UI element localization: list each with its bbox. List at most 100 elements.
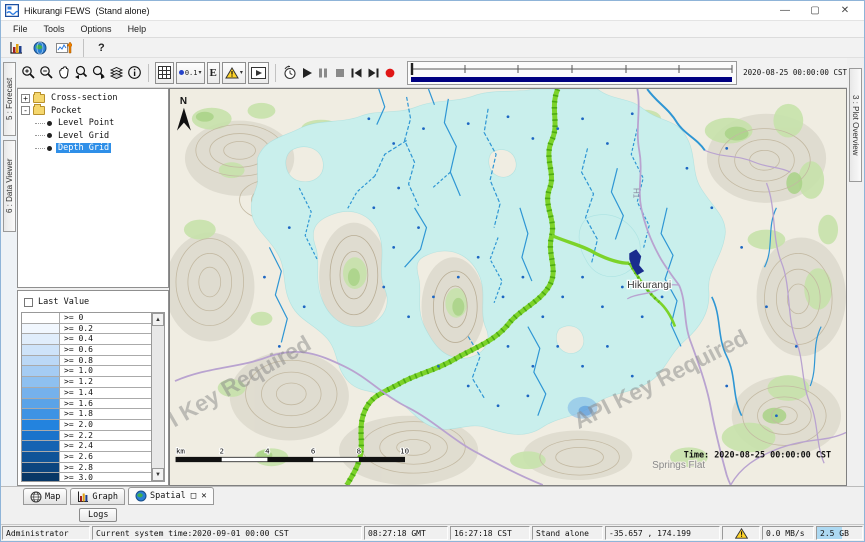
tab-map[interactable]: Map: [23, 488, 67, 505]
logs-button[interactable]: Logs: [79, 508, 117, 522]
last-value-checkbox[interactable]: [24, 298, 33, 307]
legend-color-swatch: [22, 441, 60, 451]
tab-maximize-icon[interactable]: □: [191, 491, 196, 501]
menu-file[interactable]: File: [5, 22, 36, 36]
tab-data-viewer[interactable]: 6 : Data Viewer: [3, 140, 16, 232]
tree-connector: [35, 148, 45, 149]
document-tab-bar: Map Graph Spatial □ ✕: [1, 486, 864, 505]
tree-expander-icon[interactable]: +: [21, 94, 30, 103]
zoom-out-icon[interactable]: [39, 63, 55, 83]
filter-tree: +Cross-section-PocketLevel PointLevel Gr…: [17, 88, 169, 288]
tree-item[interactable]: Level Point: [35, 117, 168, 130]
minimize-button[interactable]: —: [770, 2, 800, 19]
animation-export-button[interactable]: [248, 62, 269, 84]
menu-options[interactable]: Options: [73, 22, 120, 36]
legend-row[interactable]: >= 0.4: [22, 334, 151, 345]
record-button[interactable]: [383, 64, 398, 82]
road-label: H1: [631, 188, 640, 199]
scroll-down-icon[interactable]: ▼: [152, 468, 164, 481]
step-forward-button[interactable]: [366, 64, 381, 82]
legend-row[interactable]: >= 1.6: [22, 399, 151, 410]
menu-help[interactable]: Help: [120, 22, 155, 36]
tab-graph[interactable]: Graph: [70, 488, 125, 505]
pan-hand-icon[interactable]: [56, 63, 72, 83]
zoom-in-icon[interactable]: [21, 63, 37, 83]
info-icon[interactable]: [126, 63, 142, 83]
tree-item[interactable]: Depth Grid: [35, 142, 168, 155]
tree-item-label: Depth Grid: [56, 143, 111, 153]
scroll-up-icon[interactable]: ▲: [152, 313, 164, 326]
legend-row[interactable]: >= 2.6: [22, 452, 151, 463]
menu-tools[interactable]: Tools: [36, 22, 73, 36]
timeline-extent-bar: [411, 77, 732, 82]
legend-panel: Last Value >= 0>= 0.2>= 0.4>= 0.6>= 0.8>…: [17, 290, 169, 486]
map-canvas[interactable]: API Key Required API Key Required Hikura…: [170, 89, 846, 485]
legend-row[interactable]: >= 0.2: [22, 324, 151, 335]
legend-row[interactable]: >= 0: [22, 313, 151, 324]
status-warning-cell[interactable]: [722, 526, 760, 540]
zoom-previous-icon[interactable]: [74, 63, 90, 83]
legend-row-label: >= 0.2: [60, 324, 93, 334]
status-user: Administrator: [2, 526, 90, 540]
legend-color-swatch: [22, 399, 60, 409]
status-memory: 2.5 GB: [816, 526, 863, 540]
map-time-label: Time: 2020-08-25 00:00:00 CST: [684, 449, 831, 459]
tree-connector: [35, 135, 45, 136]
legend-scrollbar[interactable]: ▲ ▼: [151, 313, 164, 481]
close-button[interactable]: ✕: [830, 2, 860, 19]
maximize-button[interactable]: ▢: [800, 2, 830, 19]
tab-forecast[interactable]: 5 : Forecast: [3, 62, 16, 136]
legend-color-swatch: [22, 409, 60, 419]
pause-button[interactable]: [316, 64, 331, 82]
window-title: Hikurangi FEWS (Stand alone): [24, 6, 150, 16]
legend-row[interactable]: >= 0.8: [22, 356, 151, 367]
status-bar: Administrator Current system time:2020-0…: [1, 524, 864, 541]
folder-icon: [33, 106, 45, 115]
timestep-clock-icon[interactable]: [282, 63, 298, 83]
stop-button[interactable]: [333, 64, 348, 82]
map-view[interactable]: API Key Required API Key Required Hikura…: [169, 88, 847, 486]
status-coordinates: -35.657 , 174.199: [605, 526, 720, 540]
legend-row[interactable]: >= 1.0: [22, 366, 151, 377]
legend-row-label: >= 1.8: [60, 409, 93, 419]
legend-row[interactable]: >= 2.2: [22, 431, 151, 442]
timeseries-import-icon[interactable]: [55, 38, 73, 58]
main-toolbar: ?: [1, 38, 864, 58]
legend-row[interactable]: >= 1.2: [22, 377, 151, 388]
legend-row[interactable]: >= 2.8: [22, 463, 151, 474]
chevron-down-icon: ▾: [198, 69, 201, 76]
legend-color-swatch: [22, 420, 60, 430]
step-back-button[interactable]: [349, 64, 364, 82]
legend-row[interactable]: >= 1.4: [22, 388, 151, 399]
tab-spatial[interactable]: Spatial □ ✕: [128, 487, 214, 505]
play-button[interactable]: [299, 64, 314, 82]
legend-toggle-button[interactable]: E: [207, 62, 220, 84]
tab-close-icon[interactable]: ✕: [201, 491, 206, 501]
tree-expander-icon[interactable]: -: [21, 106, 30, 115]
legend-row[interactable]: >= 0.6: [22, 345, 151, 356]
legend-row[interactable]: >= 3.0: [22, 473, 151, 481]
tab-plot-overview[interactable]: 3 : Plot Overview: [849, 68, 862, 182]
svg-text:8: 8: [357, 446, 361, 455]
legend-row-label: >= 2.4: [60, 441, 93, 451]
legend-row-label: >= 2.0: [60, 420, 93, 430]
legend-row[interactable]: >= 1.8: [22, 409, 151, 420]
zoom-next-icon[interactable]: [91, 63, 107, 83]
svg-text:2: 2: [219, 446, 223, 455]
layers-icon[interactable]: [109, 63, 125, 83]
grid-toggle-button[interactable]: [155, 62, 174, 84]
legend-color-swatch: [22, 356, 60, 366]
tree-connector: [35, 123, 45, 124]
warning-dropdown-button[interactable]: ▾: [222, 62, 246, 84]
class-interval-dropdown[interactable]: 0.1 ▾: [176, 62, 205, 84]
legend-row[interactable]: >= 2.4: [22, 441, 151, 452]
spatial-display-icon[interactable]: [31, 38, 49, 58]
tree-item[interactable]: +Cross-section: [21, 92, 168, 105]
tree-item[interactable]: Level Grid: [35, 130, 168, 143]
database-display-icon[interactable]: [7, 38, 25, 58]
timeline-slider[interactable]: [407, 61, 737, 85]
help-icon[interactable]: ?: [94, 42, 109, 54]
legend-row[interactable]: >= 2.0: [22, 420, 151, 431]
tree-item[interactable]: -Pocket: [21, 105, 168, 118]
legend-row-label: >= 0.4: [60, 334, 93, 344]
